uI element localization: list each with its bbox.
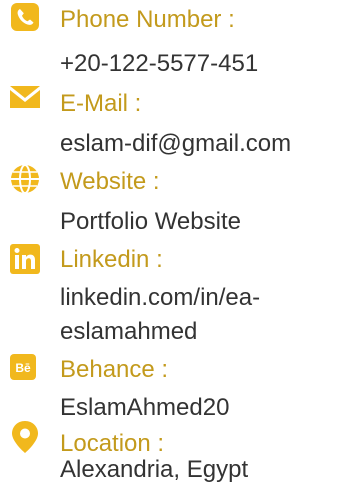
email-link[interactable]: eslam-dif@gmail.com (60, 130, 291, 158)
location-value: Alexandria, Egypt (60, 456, 249, 483)
globe-icon (10, 164, 40, 194)
phone-icon (10, 2, 40, 32)
website-link[interactable]: Portfolio Website (60, 208, 241, 236)
phone-value[interactable]: +20-122-5577-451 (60, 50, 258, 78)
email-label: E-Mail : (60, 90, 142, 117)
behance-icon: Bē (10, 354, 36, 380)
website-label: Website : (60, 168, 160, 195)
linkedin-icon (10, 244, 40, 274)
email-icon (10, 86, 40, 110)
behance-label: Behance : (60, 356, 169, 383)
location-label: Location : (60, 430, 165, 457)
location-pin-icon (10, 420, 40, 454)
linkedin-link-line2[interactable]: eslamahmed (60, 318, 197, 346)
phone-label: Phone Number : (60, 6, 235, 33)
linkedin-link-line1[interactable]: linkedin.com/in/ea- (60, 284, 260, 312)
linkedin-label: Linkedin : (60, 246, 163, 273)
behance-link[interactable]: EslamAhmed20 (60, 394, 229, 422)
svg-text:Bē: Bē (15, 361, 31, 375)
